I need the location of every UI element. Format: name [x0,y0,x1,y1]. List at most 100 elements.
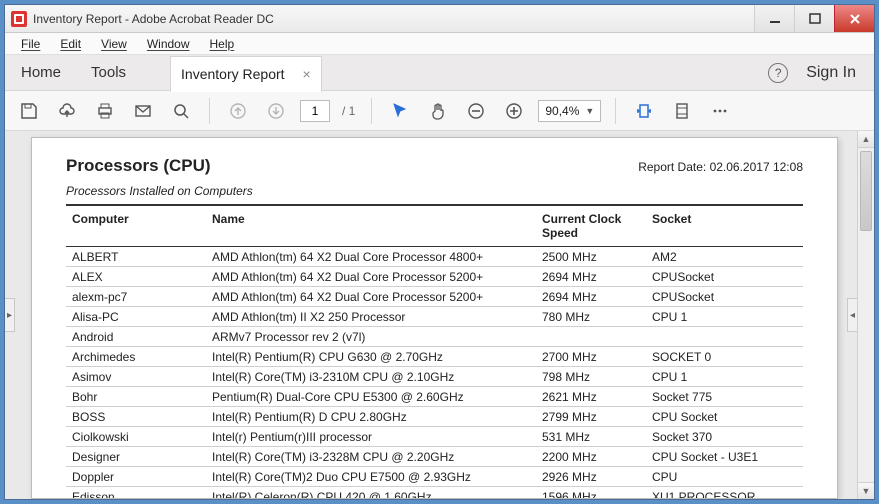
cell-clock: 2799 MHz [536,407,646,427]
app-window: Inventory Report - Adobe Acrobat Reader … [4,4,875,500]
page-up-icon[interactable] [224,97,252,125]
scroll-thumb[interactable] [860,151,872,231]
menu-edit[interactable]: Edit [52,35,89,53]
cloud-upload-icon[interactable] [53,97,81,125]
menu-file[interactable]: File [13,35,48,53]
cell-computer: Alisa-PC [66,307,206,327]
cell-clock: 2926 MHz [536,467,646,487]
cell-socket: Socket 775 [646,387,803,407]
cell-clock: 780 MHz [536,307,646,327]
cell-computer: Doppler [66,467,206,487]
cell-socket: CPU Socket [646,407,803,427]
cell-clock: 798 MHz [536,367,646,387]
cell-socket: CPU Socket - U3E1 [646,447,803,467]
table-row: AsimovIntel(R) Core(TM) i3-2310M CPU @ 2… [66,367,803,387]
report-table: Computer Name Current Clock Speed Socket… [66,204,803,499]
table-row: AndroidARMv7 Processor rev 2 (v7l) [66,327,803,347]
cell-clock: 2500 MHz [536,247,646,267]
scroll-down-icon[interactable]: ▼ [858,482,874,499]
table-row: BOSSIntel(R) Pentium(R) D CPU 2.80GHz279… [66,407,803,427]
table-row: Alisa-PCAMD Athlon(tm) II X2 250 Process… [66,307,803,327]
minimize-button[interactable] [754,5,794,32]
page-total-label: / 1 [340,104,357,118]
col-name: Name [206,205,536,247]
right-panel-handle[interactable]: ◂ [847,298,857,332]
cell-computer: Bohr [66,387,206,407]
cell-computer: Android [66,327,206,347]
window-buttons [754,5,874,32]
tabstrip: Home Tools Inventory Report × ? Sign In [5,55,874,91]
tab-document-label: Inventory Report [181,66,285,82]
print-icon[interactable] [91,97,119,125]
cell-clock: 1596 MHz [536,487,646,500]
table-row: ALEXAMD Athlon(tm) 64 X2 Dual Core Proce… [66,267,803,287]
more-tools-icon[interactable] [706,97,734,125]
table-row: alexm-pc7AMD Athlon(tm) 64 X2 Dual Core … [66,287,803,307]
search-icon[interactable] [167,97,195,125]
cell-name: Intel(R) Pentium(R) D CPU 2.80GHz [206,407,536,427]
cell-socket: XU1 PROCESSOR [646,487,803,500]
selection-tool-icon[interactable] [386,97,414,125]
zoom-select[interactable]: 90,4% ▼ [538,100,601,122]
page-number-input[interactable] [300,100,330,122]
table-row: CiolkowskiIntel(r) Pentium(r)III process… [66,427,803,447]
cell-name: ARMv7 Processor rev 2 (v7l) [206,327,536,347]
tab-home[interactable]: Home [17,64,65,81]
cell-socket: CPU 1 [646,367,803,387]
left-panel-handle[interactable]: ▸ [5,298,15,332]
cell-name: Intel(R) Core(TM)2 Duo CPU E7500 @ 2.93G… [206,467,536,487]
col-socket: Socket [646,205,803,247]
cell-name: AMD Athlon(tm) 64 X2 Dual Core Processor… [206,247,536,267]
cell-socket: AM2 [646,247,803,267]
zoom-out-icon[interactable] [462,97,490,125]
cell-computer: Edisson [66,487,206,500]
cell-name: Pentium(R) Dual-Core CPU E5300 @ 2.60GHz [206,387,536,407]
menu-window[interactable]: Window [139,35,198,53]
cell-name: Intel(r) Pentium(r)III processor [206,427,536,447]
cell-socket: Socket 370 [646,427,803,447]
close-button[interactable] [834,5,874,32]
window-title: Inventory Report - Adobe Acrobat Reader … [33,12,754,26]
help-icon[interactable]: ? [768,63,788,83]
vertical-scrollbar[interactable]: ▲ ▼ [857,131,874,499]
cell-socket [646,327,803,347]
tab-tools[interactable]: Tools [87,64,130,81]
tab-close-icon[interactable]: × [303,66,311,82]
fit-width-icon[interactable] [630,97,658,125]
table-row: ArchimedesIntel(R) Pentium(R) CPU G630 @… [66,347,803,367]
cell-clock: 2694 MHz [536,287,646,307]
cell-socket: CPUSocket [646,287,803,307]
signin-link[interactable]: Sign In [806,64,856,82]
cell-clock: 2200 MHz [536,447,646,467]
zoom-value: 90,4% [545,104,579,118]
cell-name: Intel(R) Pentium(R) CPU G630 @ 2.70GHz [206,347,536,367]
maximize-button[interactable] [794,5,834,32]
cell-clock: 2621 MHz [536,387,646,407]
cell-name: Intel(R) Core(TM) i3-2328M CPU @ 2.20GHz [206,447,536,467]
cell-socket: SOCKET 0 [646,347,803,367]
report-title: Processors (CPU) [66,156,638,176]
save-icon[interactable] [15,97,43,125]
page-display-icon[interactable] [668,97,696,125]
cell-computer: Ciolkowski [66,427,206,447]
zoom-in-icon[interactable] [500,97,528,125]
cell-computer: Asimov [66,367,206,387]
cell-clock: 2694 MHz [536,267,646,287]
email-icon[interactable] [129,97,157,125]
cell-clock: 531 MHz [536,427,646,447]
document-viewport: ▸ ◂ Processors (CPU) Report Date: 02.06.… [5,131,874,499]
table-row: DesignerIntel(R) Core(TM) i3-2328M CPU @… [66,447,803,467]
menu-view[interactable]: View [93,35,135,53]
report-subtitle: Processors Installed on Computers [66,184,803,198]
table-row: BohrPentium(R) Dual-Core CPU E5300 @ 2.6… [66,387,803,407]
menubar: File Edit View Window Help [5,33,874,55]
scroll-up-icon[interactable]: ▲ [858,131,874,148]
menu-help[interactable]: Help [202,35,243,53]
page-down-icon[interactable] [262,97,290,125]
hand-tool-icon[interactable] [424,97,452,125]
cell-computer: Archimedes [66,347,206,367]
tab-document[interactable]: Inventory Report × [170,56,322,92]
col-clock: Current Clock Speed [536,205,646,247]
cell-computer: ALBERT [66,247,206,267]
cell-computer: BOSS [66,407,206,427]
